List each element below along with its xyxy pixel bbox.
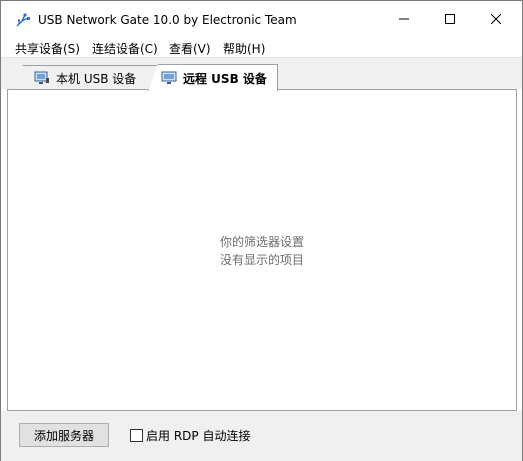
- device-list-panel[interactable]: 你的筛选器设置 没有显示的项目: [7, 89, 517, 411]
- minimize-button[interactable]: [381, 1, 427, 37]
- empty-message-line1: 你的筛选器设置: [219, 235, 304, 249]
- empty-state-message: 你的筛选器设置 没有显示的项目: [8, 233, 516, 269]
- menu-help[interactable]: 帮助(H): [221, 40, 267, 57]
- menu-bar: 共享设备(S) 连结设备(C) 查看(V) 帮助(H): [1, 37, 522, 57]
- menu-view[interactable]: 查看(V): [167, 40, 213, 57]
- app-window: USB Network Gate 10.0 by Electronic Team…: [0, 0, 523, 461]
- maximize-button[interactable]: [427, 1, 473, 37]
- monitor-icon: [161, 71, 177, 85]
- tab-local-usb-devices[interactable]: 本机 USB 设备: [11, 65, 161, 90]
- computer-usb-icon: [34, 71, 50, 85]
- minimize-icon: [399, 18, 409, 20]
- tab-local-label: 本机 USB 设备: [56, 71, 137, 86]
- empty-message-line2: 没有显示的项目: [219, 253, 304, 267]
- close-button[interactable]: [473, 1, 519, 37]
- rdp-auto-connect-option[interactable]: 启用 RDP 自动连接: [130, 427, 250, 444]
- rdp-auto-connect-label[interactable]: 启用 RDP 自动连接: [146, 427, 250, 444]
- tab-remote-usb-devices[interactable]: 远程 USB 设备: [148, 64, 278, 91]
- menu-share-devices[interactable]: 共享设备(S): [13, 40, 82, 57]
- title-bar[interactable]: USB Network Gate 10.0 by Electronic Team: [1, 1, 522, 37]
- tab-strip: 本机 USB 设备 远程 USB 设备: [1, 57, 522, 91]
- tab-remote-label: 远程 USB 设备: [183, 71, 267, 86]
- bottom-bar: 添加服务器 启用 RDP 自动连接: [1, 411, 522, 461]
- close-icon: [491, 14, 501, 24]
- menu-connect-devices[interactable]: 连结设备(C): [90, 40, 160, 57]
- add-server-button[interactable]: 添加服务器: [19, 423, 109, 447]
- app-logo-icon: [15, 12, 31, 28]
- window-title: USB Network Gate 10.0 by Electronic Team: [38, 13, 297, 27]
- maximize-icon: [445, 14, 455, 24]
- rdp-auto-connect-checkbox[interactable]: [130, 429, 143, 442]
